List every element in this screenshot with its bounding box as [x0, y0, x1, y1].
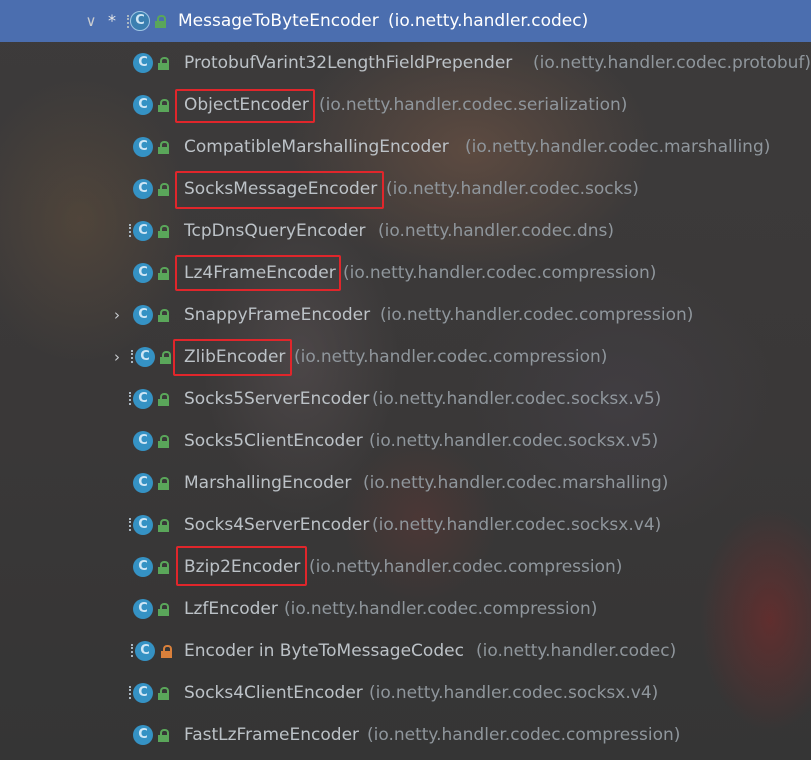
class-name: Encoder in ByteToMessageCodec — [184, 641, 464, 661]
highlight-box — [175, 89, 315, 123]
package-name: (io.netty.handler.codec.socksx.v4) — [372, 515, 662, 535]
tree-item-fastlzframeencoder[interactable]: C FastLzFrameEncoder (io.netty.handler.c… — [0, 714, 811, 756]
class-icon: C — [131, 641, 155, 661]
tree-root-row[interactable]: ∨ * C MessageToByteEncoder (io.netty.han… — [0, 0, 811, 42]
public-lock-icon — [158, 99, 169, 112]
class-name: LzfEncoder — [184, 599, 278, 619]
tree-item-encoder-in-bytetomessagecodec[interactable]: C Encoder in ByteToMessageCodec (io.nett… — [0, 630, 811, 672]
package-name: (io.netty.handler.codec) — [476, 641, 677, 661]
type-hierarchy-tree[interactable]: ∨ * C MessageToByteEncoder (io.netty.han… — [0, 0, 811, 760]
public-lock-icon — [158, 225, 169, 238]
chevron-right-icon[interactable]: › — [108, 306, 126, 324]
class-icon: C — [129, 515, 153, 535]
public-lock-icon — [155, 15, 166, 28]
tree-item-snappyframeencoder[interactable]: › C SnappyFrameEncoder (io.netty.handler… — [0, 294, 811, 336]
class-icon: C — [133, 179, 153, 199]
class-icon: C — [133, 305, 153, 325]
class-icon: C — [133, 263, 153, 283]
package-name: (io.netty.handler.codec.compression) — [294, 347, 608, 367]
tree-item-lz4frameencoder[interactable]: C Lz4FrameEncoder (io.netty.handler.code… — [0, 252, 811, 294]
tree-item-marshallingencoder[interactable]: C MarshallingEncoder (io.netty.handler.c… — [0, 462, 811, 504]
public-lock-icon — [158, 435, 169, 448]
class-icon: C — [129, 683, 153, 703]
class-name: Socks5ClientEncoder — [184, 431, 363, 451]
public-lock-icon — [158, 477, 169, 490]
tree-item-lzfencoder[interactable]: C LzfEncoder (io.netty.handler.codec.com… — [0, 588, 811, 630]
public-lock-icon — [158, 687, 169, 700]
package-name: (io.netty.handler.codec.dns) — [378, 221, 615, 241]
package-name: (io.netty.handler.codec.compression) — [309, 557, 623, 577]
abstract-class-icon: C — [127, 11, 150, 31]
class-icon: C — [133, 53, 153, 73]
package-name: (io.netty.handler.codec.compression) — [343, 263, 657, 283]
package-name: (io.netty.handler.codec.socks) — [386, 179, 639, 199]
tree-item-bzip2encoder[interactable]: C Bzip2Encoder (io.netty.handler.codec.c… — [0, 546, 811, 588]
package-name: (io.netty.handler.codec.compression) — [367, 725, 681, 745]
package-name: (io.netty.handler.codec.compression) — [284, 599, 598, 619]
public-lock-icon — [160, 351, 171, 364]
tree-item-objectencoder[interactable]: C ObjectEncoder (io.netty.handler.codec.… — [0, 84, 811, 126]
public-lock-icon — [158, 267, 169, 280]
package-name: (io.netty.handler.codec.marshalling) — [465, 137, 771, 157]
package-name: (io.netty.handler.codec.socksx.v5) — [372, 389, 662, 409]
class-icon: C — [133, 599, 153, 619]
highlight-box — [175, 171, 384, 209]
class-name: Socks4ServerEncoder — [184, 515, 370, 535]
public-lock-icon — [158, 561, 169, 574]
class-name: MarshallingEncoder — [184, 473, 352, 493]
public-lock-icon — [158, 603, 169, 616]
tree-item-socks4clientencoder[interactable]: C Socks4ClientEncoder (io.netty.handler.… — [0, 672, 811, 714]
public-lock-icon — [158, 729, 169, 742]
highlight-box — [173, 339, 292, 376]
highlight-box — [176, 546, 307, 586]
abstract-class-icon: C — [131, 347, 155, 367]
class-icon: C — [133, 95, 153, 115]
tree-item-socks5serverencoder[interactable]: C Socks5ServerEncoder (io.netty.handler.… — [0, 378, 811, 420]
package-name: (io.netty.handler.codec.socksx.v4) — [369, 683, 659, 703]
class-name: Socks5ServerEncoder — [184, 389, 370, 409]
package-name: (io.netty.handler.codec) — [388, 11, 589, 31]
class-icon: C — [129, 389, 153, 409]
class-icon: C — [133, 137, 153, 157]
tree-item-tcpdnsqueryencoder[interactable]: C TcpDnsQueryEncoder (io.netty.handler.c… — [0, 210, 811, 252]
public-lock-icon — [158, 519, 169, 532]
class-name: CompatibleMarshallingEncoder — [184, 137, 449, 157]
tree-item-socksmessageencoder[interactable]: C SocksMessageEncoder (io.netty.handler.… — [0, 168, 811, 210]
package-name: (io.netty.handler.codec.protobuf) — [533, 53, 811, 73]
chevron-right-icon[interactable]: › — [108, 348, 126, 366]
package-name: (io.netty.handler.codec.marshalling) — [363, 473, 669, 493]
chevron-down-icon[interactable]: ∨ — [82, 12, 100, 30]
private-lock-icon — [161, 645, 172, 658]
class-icon: C — [133, 473, 153, 493]
tree-item-compatiblemarshallingencoder[interactable]: C CompatibleMarshallingEncoder (io.netty… — [0, 126, 811, 168]
class-icon: C — [133, 557, 153, 577]
class-name: ProtobufVarint32LengthFieldPrepender — [184, 53, 513, 73]
class-name: Socks4ClientEncoder — [184, 683, 363, 703]
class-icon: C — [133, 431, 153, 451]
class-name: FastLzFrameEncoder — [184, 725, 360, 745]
class-name: TcpDnsQueryEncoder — [184, 221, 366, 241]
package-name: (io.netty.handler.codec.socksx.v5) — [369, 431, 659, 451]
public-lock-icon — [158, 141, 169, 154]
public-lock-icon — [158, 183, 169, 196]
class-name: SnappyFrameEncoder — [184, 305, 371, 325]
tree-item-socks4serverencoder[interactable]: C Socks4ServerEncoder (io.netty.handler.… — [0, 504, 811, 546]
package-name: (io.netty.handler.codec.serialization) — [319, 95, 628, 115]
public-lock-icon — [158, 393, 169, 406]
public-lock-icon — [158, 57, 169, 70]
highlight-box — [175, 255, 341, 291]
class-name: MessageToByteEncoder — [178, 11, 379, 31]
public-lock-icon — [158, 309, 169, 322]
tree-item-zlibencoder[interactable]: › C ZlibEncoder (io.netty.handler.codec.… — [0, 336, 811, 378]
modified-marker: * — [108, 11, 116, 30]
tree-item-socks5clientencoder[interactable]: C Socks5ClientEncoder (io.netty.handler.… — [0, 420, 811, 462]
class-icon: C — [133, 725, 153, 745]
tree-item-protobufvarint32lengthfieldprepender[interactable]: C ProtobufVarint32LengthFieldPrepender (… — [0, 42, 811, 84]
package-name: (io.netty.handler.codec.compression) — [380, 305, 694, 325]
class-icon: C — [129, 221, 153, 241]
